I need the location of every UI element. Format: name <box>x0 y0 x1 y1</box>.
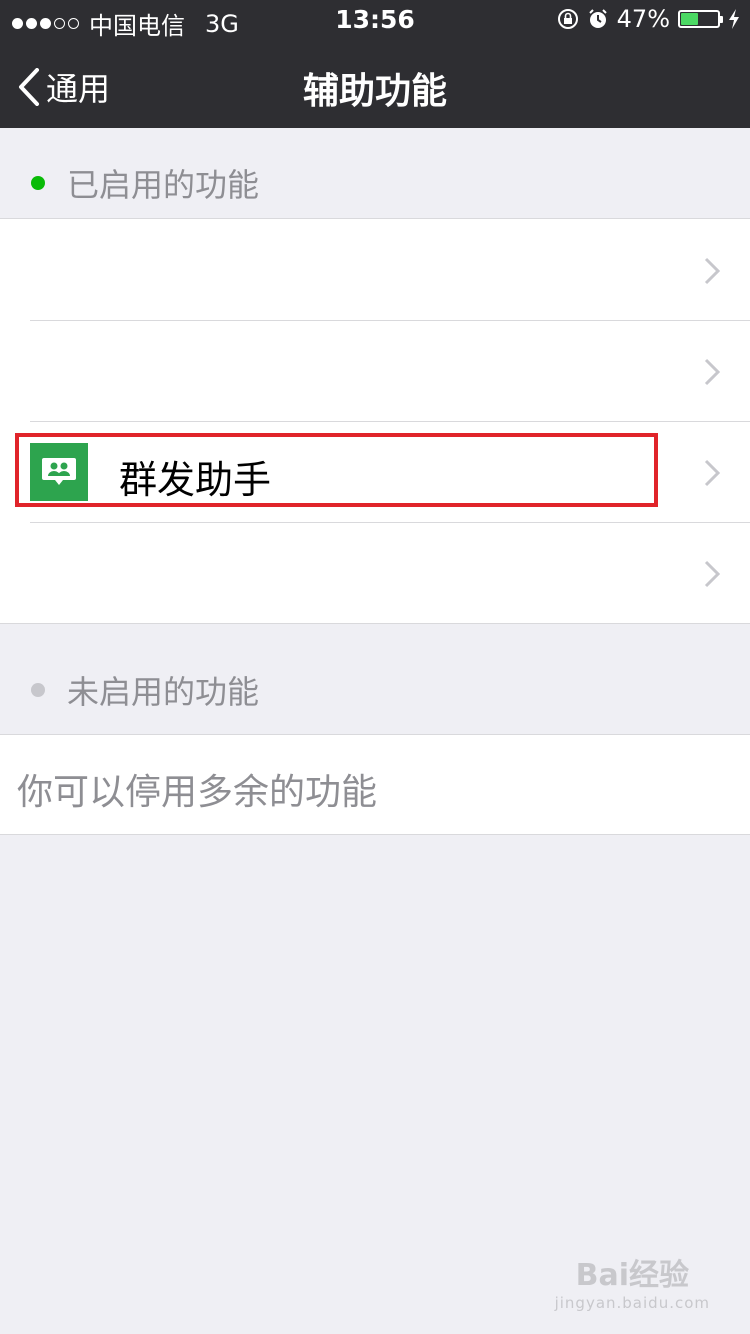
list-item[interactable] <box>0 522 750 623</box>
chevron-right-icon <box>704 560 720 588</box>
battery-percent: 47% <box>616 5 670 33</box>
charging-bolt-icon <box>729 9 739 29</box>
list-item[interactable] <box>0 219 750 320</box>
page-title: 辅助功能 <box>302 71 447 112</box>
navigation-bar: 通用 辅助功能 <box>0 40 750 128</box>
group-message-icon <box>30 443 88 501</box>
disabled-section-header: 未启用的功能 <box>0 645 750 735</box>
enabled-section-title: 已启用的功能 <box>67 166 260 204</box>
chevron-right-icon <box>704 358 720 386</box>
disabled-features-list: 你可以停用多余的功能 <box>0 734 750 835</box>
status-bar: 中国电信 3G 13:56 47% <box>0 0 750 40</box>
alarm-icon <box>588 9 607 28</box>
battery-icon <box>678 10 723 28</box>
watermark-brand: Bai经验 <box>575 1258 689 1293</box>
enabled-features-list: 群发助手 <box>0 218 750 624</box>
status-right: 47% <box>557 5 740 33</box>
enabled-section-header: 已启用的功能 <box>0 138 750 228</box>
enabled-status-dot <box>31 176 45 190</box>
chevron-right-icon <box>704 257 720 285</box>
list-item[interactable] <box>0 320 750 421</box>
list-item-group-message-assistant[interactable]: 群发助手 <box>0 421 750 522</box>
orientation-lock-icon <box>557 9 578 29</box>
watermark-url: jingyan.baidu.com <box>554 1294 710 1312</box>
chevron-right-icon <box>704 459 720 487</box>
watermark-logo: Bai经验 jingyan.baidu.com <box>555 1250 710 1312</box>
list-item-label: 群发助手 <box>119 458 272 502</box>
disabled-hint-text: 你可以停用多余的功能 <box>17 772 378 813</box>
disabled-status-dot <box>31 683 45 697</box>
disabled-section-title: 未启用的功能 <box>67 673 260 711</box>
